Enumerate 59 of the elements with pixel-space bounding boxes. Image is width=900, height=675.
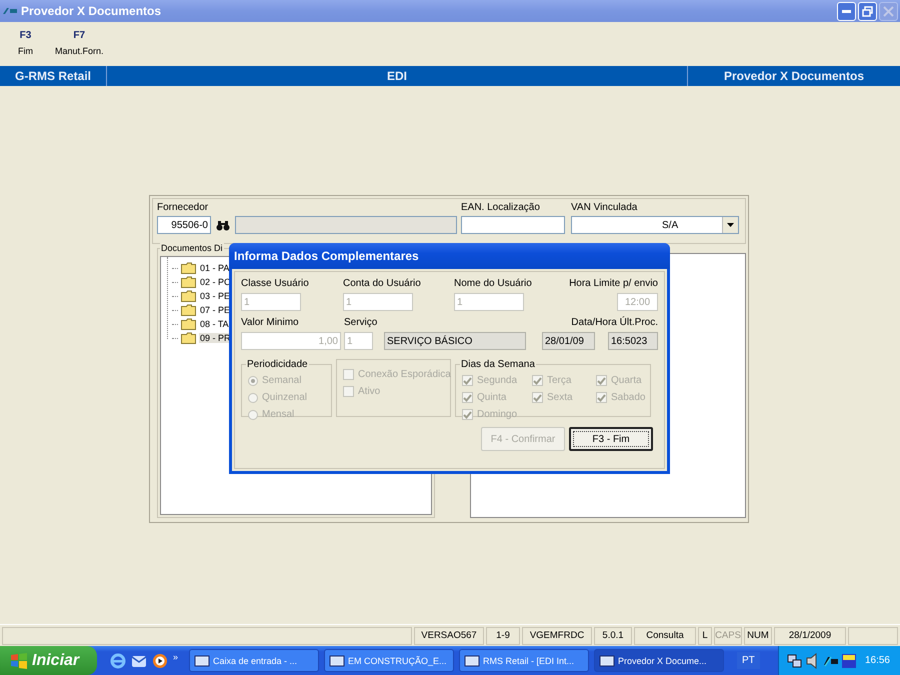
taskbar-button[interactable]: Caixa de entrada - ... (189, 649, 320, 672)
field-label: Classe Usuário (241, 278, 310, 289)
van-dropdown[interactable]: S/A (571, 216, 739, 234)
close-dialog-button[interactable]: F3 - Fim (569, 427, 653, 451)
header-cell: EDI (107, 66, 688, 86)
taskbar-button[interactable]: EM CONSTRUÇÃO_E... (324, 649, 454, 672)
field-label: VAN Vinculada (571, 202, 638, 213)
field-label: Conta do Usuário (343, 278, 422, 289)
option-label: Quinta (477, 392, 506, 403)
taskbar-button[interactable]: Provedor X Docume... (594, 649, 724, 672)
status-cell: Consulta (634, 626, 696, 644)
status-cell: CAPS (714, 626, 742, 644)
status-cell: 5.0.1 (594, 626, 632, 644)
status-cell: 1-9 (486, 626, 520, 644)
status-cell: VERSAO567 (414, 626, 484, 644)
field-label: Fornecedor (157, 202, 210, 213)
status-cell: 28/1/2009 (774, 626, 846, 644)
taskbar-button[interactable]: RMS Retail - [EDI Int... (459, 649, 590, 672)
group-label: Periodicidade (246, 359, 309, 370)
header-cell: G-RMS Retail (0, 66, 107, 86)
option-label: Quinzenal (262, 392, 308, 403)
group-label: Dias da Semana (460, 359, 536, 370)
time-field: 16:5023 (608, 332, 658, 350)
option-label: Sabado (611, 392, 646, 403)
window-title: Provedor X Documentos (21, 4, 162, 18)
start-button[interactable]: Iniciar (0, 646, 97, 675)
tree-item[interactable]: 08 - TA (199, 319, 230, 329)
field-label: Hora Limite p/ envio (569, 278, 658, 289)
option-label: Ativo (358, 386, 380, 397)
language-indicator[interactable]: PT (737, 652, 760, 669)
tree-item[interactable]: 03 - PE (199, 291, 232, 301)
option-label: Conexão Esporádica (358, 369, 451, 380)
toolbar-button[interactable]: F3 Fim (12, 30, 39, 56)
tree-item[interactable]: 07 - PE (199, 305, 232, 315)
toolbar-button[interactable]: F7 Manut.Forn. (49, 30, 110, 56)
group-label: Documentos Di (160, 243, 224, 253)
option-label: Semanal (262, 375, 302, 386)
field-label: Nome do Usuário (454, 278, 533, 289)
option-label: Segunda (477, 375, 518, 386)
service-description-field: SERVIÇO BÁSICO (384, 332, 526, 350)
field-label: Data/Hora Últ.Proc. (571, 317, 658, 328)
status-cell: L (698, 626, 712, 644)
field-label: Serviço (344, 317, 378, 328)
option-label: Sexta (547, 392, 573, 403)
option-label: Terça (547, 375, 572, 386)
more-button[interactable]: » (173, 652, 178, 662)
header-cell-text: Provedor X Documentos (722, 68, 866, 85)
field-label: EAN. Localização (461, 202, 541, 213)
field-label: Valor Minimo (241, 317, 300, 328)
dialog-title: Informa Dados Complementares (229, 243, 670, 269)
option-label: Domingo (477, 409, 518, 420)
option-label: Quarta (611, 375, 642, 386)
status-cell: NUM (744, 626, 772, 644)
status-cell: VGEMFRDC (522, 626, 592, 644)
clock: 16:56 (864, 655, 890, 666)
supplier-code-field[interactable]: 95506-0 (157, 216, 211, 234)
option-label: Mensal (262, 409, 294, 420)
tree-item[interactable]: 01 - PA (199, 263, 230, 273)
date-field: 28/01/09 (542, 332, 595, 350)
